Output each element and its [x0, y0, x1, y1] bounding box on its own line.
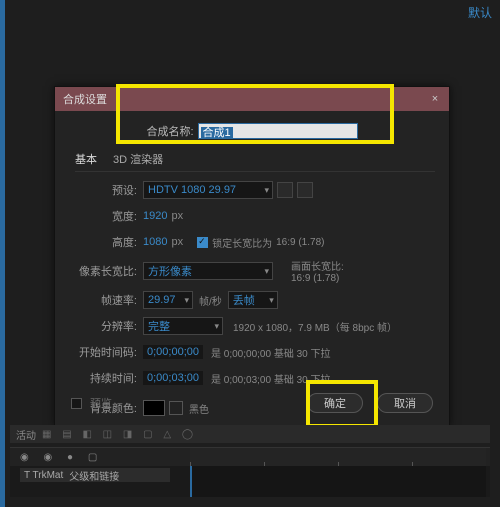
- timeline-panel: ◉ ◉ ● ▢ T TrkMat 父级和链接: [10, 447, 490, 497]
- frame-aspect-label: 画面长宽比:: [291, 258, 344, 273]
- dialog-title: 合成设置: [63, 91, 107, 107]
- comp-name-input[interactable]: 合成1: [198, 123, 358, 139]
- tab-basic[interactable]: 基本: [75, 151, 97, 167]
- fps-unit: 帧/秒: [199, 293, 222, 308]
- comp-name-label: 合成名称:: [146, 123, 193, 139]
- fps-dropdown[interactable]: 29.97: [143, 291, 193, 309]
- timeline-column-labels: T TrkMat 父级和链接: [20, 468, 170, 482]
- lock-aspect-checkbox[interactable]: [197, 237, 208, 248]
- ok-button[interactable]: 确定: [307, 393, 363, 413]
- bgcolor-name: 黑色: [189, 401, 209, 416]
- dialog-titlebar[interactable]: 合成设置 ×: [55, 87, 449, 111]
- resolution-label: 分辨率:: [69, 318, 137, 334]
- timeline-track-area[interactable]: [190, 466, 486, 497]
- duration-input[interactable]: 0;00;03;00: [143, 371, 203, 385]
- preset-dropdown[interactable]: HDTV 1080 29.97: [143, 181, 273, 199]
- lock-aspect-value: 16:9 (1.78): [276, 237, 324, 248]
- preset-label: 预设:: [69, 182, 137, 198]
- workspace-switcher[interactable]: 默认: [468, 4, 492, 21]
- bgcolor-swatch[interactable]: [143, 400, 165, 416]
- resolution-dropdown[interactable]: 完整: [143, 317, 223, 335]
- duration-info: 是 0;00;03;00 基础 30 下拉: [211, 371, 331, 386]
- height-label: 高度:: [69, 234, 137, 250]
- preset-delete-icon[interactable]: [297, 182, 313, 198]
- preview-label: 预览: [90, 395, 112, 411]
- start-timecode-label: 开始时间码:: [69, 344, 137, 360]
- viewer-icons[interactable]: ▦ ▤ ◧ ◫ ◨ ▢ △ ◯: [42, 429, 197, 440]
- left-panel-edge: [0, 0, 5, 507]
- start-timecode-input[interactable]: 0;00;00;00: [143, 345, 203, 359]
- close-icon[interactable]: ×: [427, 91, 443, 107]
- duration-label: 持续时间:: [69, 370, 137, 386]
- fps-label: 帧速率:: [69, 292, 137, 308]
- eyedropper-icon[interactable]: [169, 401, 183, 415]
- height-value[interactable]: 1080: [143, 236, 167, 248]
- parent-column: 父级和链接: [69, 468, 119, 483]
- composition-settings-dialog: 合成设置 × 合成名称: 合成1 基本 3D 渲染器 预设: HDTV 1080…: [54, 86, 450, 426]
- width-value[interactable]: 1920: [143, 210, 167, 222]
- tab-advanced[interactable]: 3D 渲染器: [113, 151, 163, 167]
- width-label: 宽度:: [69, 208, 137, 224]
- frame-aspect-value: 16:9 (1.78): [291, 273, 344, 284]
- viewer-zoom[interactable]: 活动: [16, 427, 36, 442]
- trkmat-column: T TrkMat: [24, 470, 63, 481]
- lock-aspect-label: 锁定长宽比为: [212, 235, 272, 250]
- par-label: 像素长宽比:: [69, 263, 137, 279]
- dialog-tabs: 基本 3D 渲染器: [75, 151, 435, 172]
- resolution-info: 1920 x 1080，7.9 MB（每 8bpc 帧）: [233, 319, 397, 334]
- par-dropdown[interactable]: 方形像素: [143, 262, 273, 280]
- time-ruler[interactable]: [190, 448, 486, 466]
- preview-checkbox[interactable]: [71, 398, 82, 409]
- start-timecode-info: 是 0;00;00;00 基础 30 下拉: [211, 345, 331, 360]
- viewer-footer: 活动 ▦ ▤ ◧ ◫ ◨ ▢ △ ◯: [10, 425, 490, 443]
- cancel-button[interactable]: 取消: [377, 393, 433, 413]
- fps-drop-dropdown[interactable]: 丢帧: [228, 291, 278, 309]
- preset-save-icon[interactable]: [277, 182, 293, 198]
